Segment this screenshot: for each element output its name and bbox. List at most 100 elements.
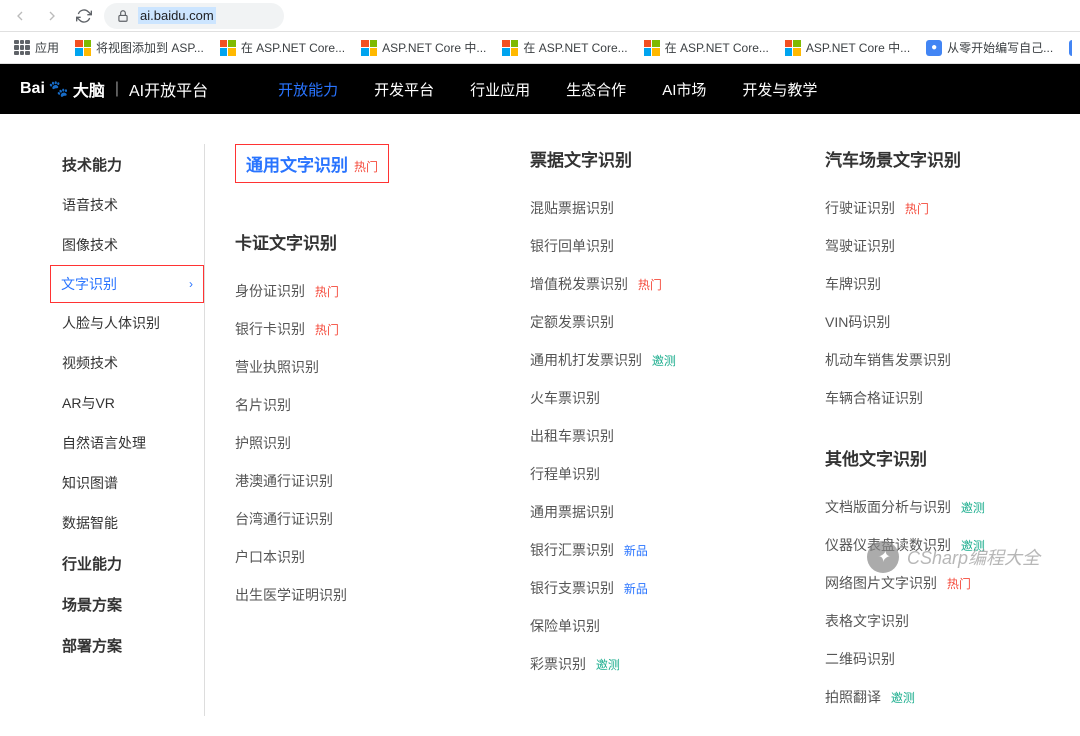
list-item[interactable]: 行程单识别 — [530, 455, 765, 493]
list-item[interactable]: 保险单识别 — [530, 607, 765, 645]
bookmark-item[interactable]: 在 ASP.NET Core... — [214, 35, 351, 60]
site-icon: ● — [926, 40, 942, 56]
ms-icon — [644, 40, 660, 56]
sidebar-item-5[interactable]: 视频技术 — [50, 343, 204, 383]
list-item[interactable]: 银行支票识别 新品 — [530, 569, 765, 607]
back-button[interactable] — [8, 4, 32, 28]
nav-link-4[interactable]: AI市场 — [662, 79, 706, 100]
sidebar-item-12[interactable]: 部署方案 — [50, 625, 204, 666]
hot-badge: 热门 — [947, 577, 971, 591]
url-text: ai.baidu.com — [138, 7, 216, 24]
invite-badge: 邀测 — [652, 354, 676, 368]
list-item[interactable]: 出租车票识别 — [530, 417, 765, 455]
list-item[interactable]: 二维码识别 — [825, 640, 1060, 678]
lock-icon — [116, 9, 130, 23]
nav-link-5[interactable]: 开发与教学 — [742, 79, 817, 100]
list-item[interactable]: 出生医学证明识别 — [235, 576, 470, 614]
ms-icon — [785, 40, 801, 56]
sidebar-item-7[interactable]: 自然语言处理 — [50, 423, 204, 463]
list-item[interactable]: 机动车销售发票识别 — [825, 341, 1060, 379]
col3-title-other-ocr: 其他文字识别 — [825, 443, 1060, 470]
list-item[interactable]: 银行回单识别 — [530, 227, 765, 265]
nav-link-0[interactable]: 开放能力 — [278, 79, 338, 100]
list-item[interactable]: VIN码识别 — [825, 303, 1060, 341]
sidebar-item-10[interactable]: 行业能力 — [50, 543, 204, 584]
list-item[interactable]: 通用机打发票识别 邀测 — [530, 341, 765, 379]
ms-icon — [75, 40, 91, 56]
list-item[interactable]: 银行卡识别 热门 — [235, 310, 470, 348]
bookmarks-bar: 应用 将视图添加到 ASP...在 ASP.NET Core...ASP.NET… — [0, 32, 1080, 64]
paw-icon: 🐾 — [49, 79, 69, 99]
nav-link-2[interactable]: 行业应用 — [470, 79, 530, 100]
nav-link-1[interactable]: 开发平台 — [374, 79, 434, 100]
list-item[interactable]: 文档版面分析与识别 邀测 — [825, 488, 1060, 526]
col2-title-receipt-ocr: 票据文字识别 — [530, 144, 765, 171]
bookmark-item[interactable]: ASP.NET Core 中... — [779, 35, 916, 60]
address-bar[interactable]: ai.baidu.com — [104, 3, 284, 29]
col3-title-vehicle-ocr: 汽车场景文字识别 — [825, 144, 1060, 171]
nav-link-3[interactable]: 生态合作 — [566, 79, 626, 100]
sidebar-item-6[interactable]: AR与VR — [50, 383, 204, 423]
sidebar-item-4[interactable]: 人脸与人体识别 — [50, 303, 204, 343]
sidebar-item-2[interactable]: 图像技术 — [50, 225, 204, 265]
bookmark-item[interactable]: 将视图添加到 ASP... — [69, 35, 210, 60]
invite-badge: 邀测 — [891, 691, 915, 705]
list-item[interactable]: 定额发票识别 — [530, 303, 765, 341]
list-item[interactable]: 拍照翻译 邀测 — [825, 678, 1060, 716]
hot-badge: 热门 — [315, 285, 339, 299]
list-item[interactable]: 台湾通行证识别 — [235, 500, 470, 538]
column-2: 票据文字识别 混贴票据识别银行回单识别增值税发票识别 热门定额发票识别通用机打发… — [530, 144, 765, 716]
list-item[interactable]: 营业执照识别 — [235, 348, 470, 386]
hot-badge: 热门 — [905, 202, 929, 216]
wechat-icon: ✦ — [867, 541, 899, 573]
sidebar-item-0[interactable]: 技术能力 — [50, 144, 204, 185]
sidebar-item-3[interactable]: 文字识别› — [50, 265, 204, 303]
list-item[interactable]: 表格文字识别 — [825, 602, 1060, 640]
reload-button[interactable] — [72, 4, 96, 28]
list-item[interactable]: 名片识别 — [235, 386, 470, 424]
site-icon: ● — [1069, 40, 1072, 56]
bookmark-item[interactable]: ASP.NET Core 中... — [355, 35, 492, 60]
list-item[interactable]: 港澳通行证识别 — [235, 462, 470, 500]
list-item[interactable]: 火车票识别 — [530, 379, 765, 417]
list-item[interactable]: 户口本识别 — [235, 538, 470, 576]
list-item[interactable]: 银行汇票识别 新品 — [530, 531, 765, 569]
site-logo[interactable]: Bai🐾大脑 | AI开放平台 — [20, 77, 208, 101]
list-item[interactable]: 增值税发票识别 热门 — [530, 265, 765, 303]
list-item[interactable]: 身份证识别 热门 — [235, 272, 470, 310]
apps-icon — [14, 40, 30, 56]
forward-button[interactable] — [40, 4, 64, 28]
col1-title-general-ocr[interactable]: 通用文字识别热门 — [235, 144, 389, 183]
sidebar-item-8[interactable]: 知识图谱 — [50, 463, 204, 503]
bookmark-item[interactable]: ●ASP.NET... — [1063, 35, 1072, 60]
list-item[interactable]: 车辆合格证识别 — [825, 379, 1060, 417]
sidebar-item-11[interactable]: 场景方案 — [50, 584, 204, 625]
watermark: ✦ CSharp编程大全 — [867, 541, 1040, 573]
hot-badge: 热门 — [315, 323, 339, 337]
col1-title-card-ocr: 卡证文字识别 — [235, 227, 470, 254]
apps-shortcut[interactable]: 应用 — [8, 35, 65, 60]
hot-badge: 热门 — [638, 278, 662, 292]
sidebar: 技术能力语音技术图像技术文字识别›人脸与人体识别视频技术AR与VR自然语言处理知… — [50, 144, 205, 716]
sidebar-item-9[interactable]: 数据智能 — [50, 503, 204, 543]
sidebar-item-1[interactable]: 语音技术 — [50, 185, 204, 225]
bookmark-item[interactable]: 在 ASP.NET Core... — [638, 35, 775, 60]
invite-badge: 邀测 — [961, 501, 985, 515]
list-item[interactable]: 彩票识别 邀测 — [530, 645, 765, 683]
list-item[interactable]: 车牌识别 — [825, 265, 1060, 303]
invite-badge: 邀测 — [596, 658, 620, 672]
bookmark-item[interactable]: ●从零开始编写自己... — [920, 35, 1059, 60]
list-item[interactable]: 混贴票据识别 — [530, 189, 765, 227]
list-item[interactable]: 通用票据识别 — [530, 493, 765, 531]
ms-icon — [220, 40, 236, 56]
list-item[interactable]: 驾驶证识别 — [825, 227, 1060, 265]
list-item[interactable]: 行驶证识别 热门 — [825, 189, 1060, 227]
list-item[interactable]: 护照识别 — [235, 424, 470, 462]
ms-icon — [502, 40, 518, 56]
ms-icon — [361, 40, 377, 56]
bookmark-item[interactable]: 在 ASP.NET Core... — [496, 35, 633, 60]
hot-badge: 热门 — [354, 160, 378, 174]
new-badge: 新品 — [624, 544, 648, 558]
main-content: 技术能力语音技术图像技术文字识别›人脸与人体识别视频技术AR与VR自然语言处理知… — [0, 114, 1080, 736]
site-top-nav: Bai🐾大脑 | AI开放平台 开放能力 开发平台 行业应用 生态合作 AI市场 开发与教… — [0, 64, 1080, 114]
